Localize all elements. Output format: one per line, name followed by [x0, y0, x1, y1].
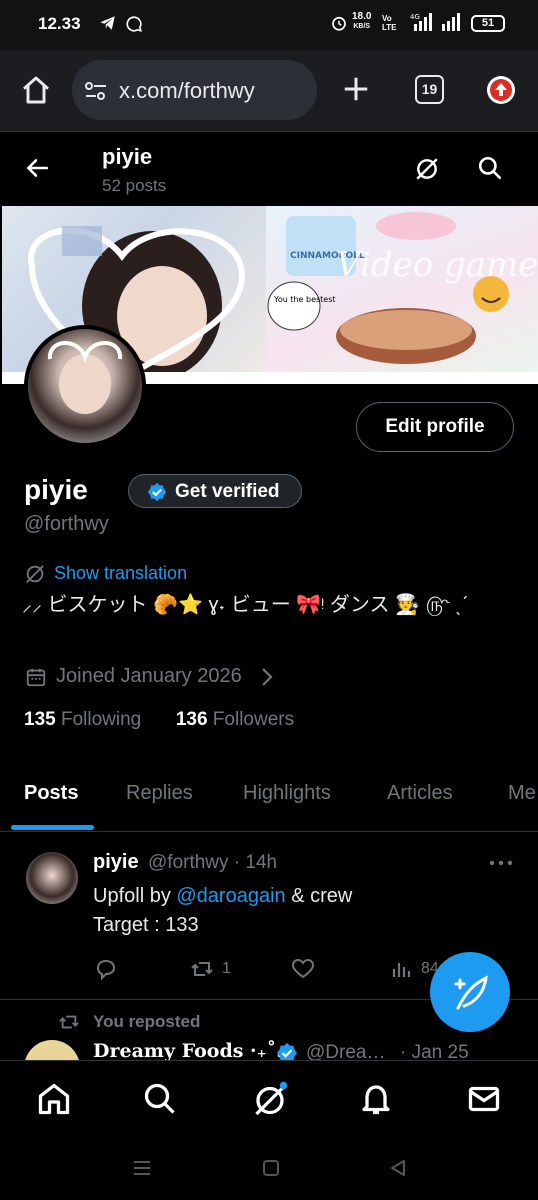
search-icon[interactable]	[142, 1081, 178, 1117]
reposted-label: You reposted	[93, 1012, 201, 1031]
more-options-icon[interactable]	[489, 860, 513, 866]
post-text: Upfoll by @daroagain & crew Target : 133	[93, 885, 353, 936]
back-button-icon[interactable]	[388, 1158, 408, 1178]
repost-indicator-icon	[59, 1015, 79, 1029]
address-bar[interactable]: x.com/forthwy	[72, 60, 317, 120]
profile-avatar[interactable]	[24, 325, 146, 447]
tab-media[interactable]: Me	[508, 782, 536, 805]
battery-indicator: 51	[471, 15, 505, 32]
recent-apps-icon[interactable]	[132, 1158, 152, 1178]
joined-date: Joined January 2026	[56, 665, 242, 687]
grok-icon[interactable]	[252, 1081, 288, 1117]
back-arrow-icon[interactable]	[24, 155, 50, 181]
repost-icon[interactable]	[190, 957, 214, 981]
home-icon[interactable]	[20, 74, 52, 106]
get-verified-label: Get verified	[175, 481, 280, 502]
svg-text:You the bestest: You the bestest	[273, 295, 336, 304]
svg-text:4G: 4G	[410, 13, 420, 21]
alarm-icon	[332, 16, 346, 31]
new-tab-icon[interactable]	[341, 74, 371, 104]
active-tab-indicator	[11, 825, 94, 830]
post-author-name[interactable]: piyie	[93, 851, 139, 874]
show-translation-link[interactable]: Show translation	[54, 563, 187, 584]
followers-link[interactable]: 136 Followers	[176, 709, 294, 730]
verified-badge-icon	[147, 482, 167, 502]
following-link[interactable]: 135 Following	[24, 709, 141, 730]
system-navigation-bar	[0, 1140, 538, 1200]
notifications-bell-icon[interactable]	[358, 1081, 394, 1117]
repost-author-name[interactable]: Dreamy Foods ·₊˚…	[93, 1040, 295, 1062]
follow-stats: 135 Following 136 Followers	[24, 709, 294, 731]
calendar-icon	[26, 668, 46, 687]
reply-icon[interactable]	[94, 957, 118, 981]
tab-posts[interactable]: Posts	[24, 782, 78, 805]
mention-link[interactable]: @daroagain	[176, 885, 285, 907]
chat-bubble-icon	[126, 16, 142, 32]
site-settings-icon[interactable]	[84, 80, 108, 102]
banner-collage: CINNAMOROLL You the bestest Video games	[266, 206, 538, 384]
like-icon[interactable]	[291, 957, 315, 981]
status-time: 12.33	[38, 14, 81, 33]
profile-bio: ⸝⸝ ビスケット 🥐⭐ ɣ˖ ビュー 🎀ᵎ ダンス 🧑‍🍳 ௹ ˎˊ	[22, 594, 469, 616]
compose-post-button[interactable]	[430, 952, 510, 1032]
grok-icon[interactable]	[414, 156, 440, 182]
profile-handle: @forthwy	[24, 513, 109, 535]
tab-replies[interactable]: Replies	[126, 782, 193, 805]
tab-switcher-button[interactable]: 19	[415, 75, 444, 104]
bottom-navigation	[0, 1060, 538, 1140]
post-avatar[interactable]	[26, 852, 78, 904]
divider	[0, 831, 538, 832]
net-speed: 18.0 KB/S	[352, 11, 372, 31]
messages-envelope-icon[interactable]	[466, 1081, 502, 1117]
home-icon[interactable]	[36, 1081, 72, 1117]
grok-translate-icon	[26, 565, 44, 583]
display-name: piyie	[24, 474, 88, 505]
volte-indicator: Vo LTE	[382, 14, 397, 32]
status-bar: 12.33 18.0 KB/S Vo LTE 4G 51	[0, 0, 538, 50]
post-meta: @forthwy · 14h	[148, 852, 278, 873]
tab-highlights[interactable]: Highlights	[243, 782, 331, 805]
header-name: piyie	[102, 144, 153, 169]
url-text[interactable]: x.com/forthwy	[119, 78, 255, 104]
home-button-icon[interactable]	[261, 1158, 281, 1178]
edit-profile-button[interactable]: Edit profile	[356, 402, 514, 452]
update-icon[interactable]	[487, 76, 515, 104]
signal-icon	[442, 13, 460, 31]
search-icon[interactable]	[477, 155, 503, 181]
header-posts-count: 52 posts	[102, 176, 167, 195]
browser-toolbar: x.com/forthwy 19	[0, 50, 538, 132]
get-verified-button[interactable]: Get verified	[128, 474, 302, 508]
telegram-icon	[100, 16, 115, 30]
compose-feather-icon	[454, 975, 488, 1010]
svg-text:Video games: Video games	[336, 245, 538, 285]
views-icon[interactable]	[390, 957, 414, 981]
repost-count: 1	[222, 960, 231, 977]
tab-articles[interactable]: Articles	[387, 782, 453, 805]
signal-4g-icon: 4G	[410, 13, 432, 31]
chevron-right-icon	[262, 668, 273, 686]
